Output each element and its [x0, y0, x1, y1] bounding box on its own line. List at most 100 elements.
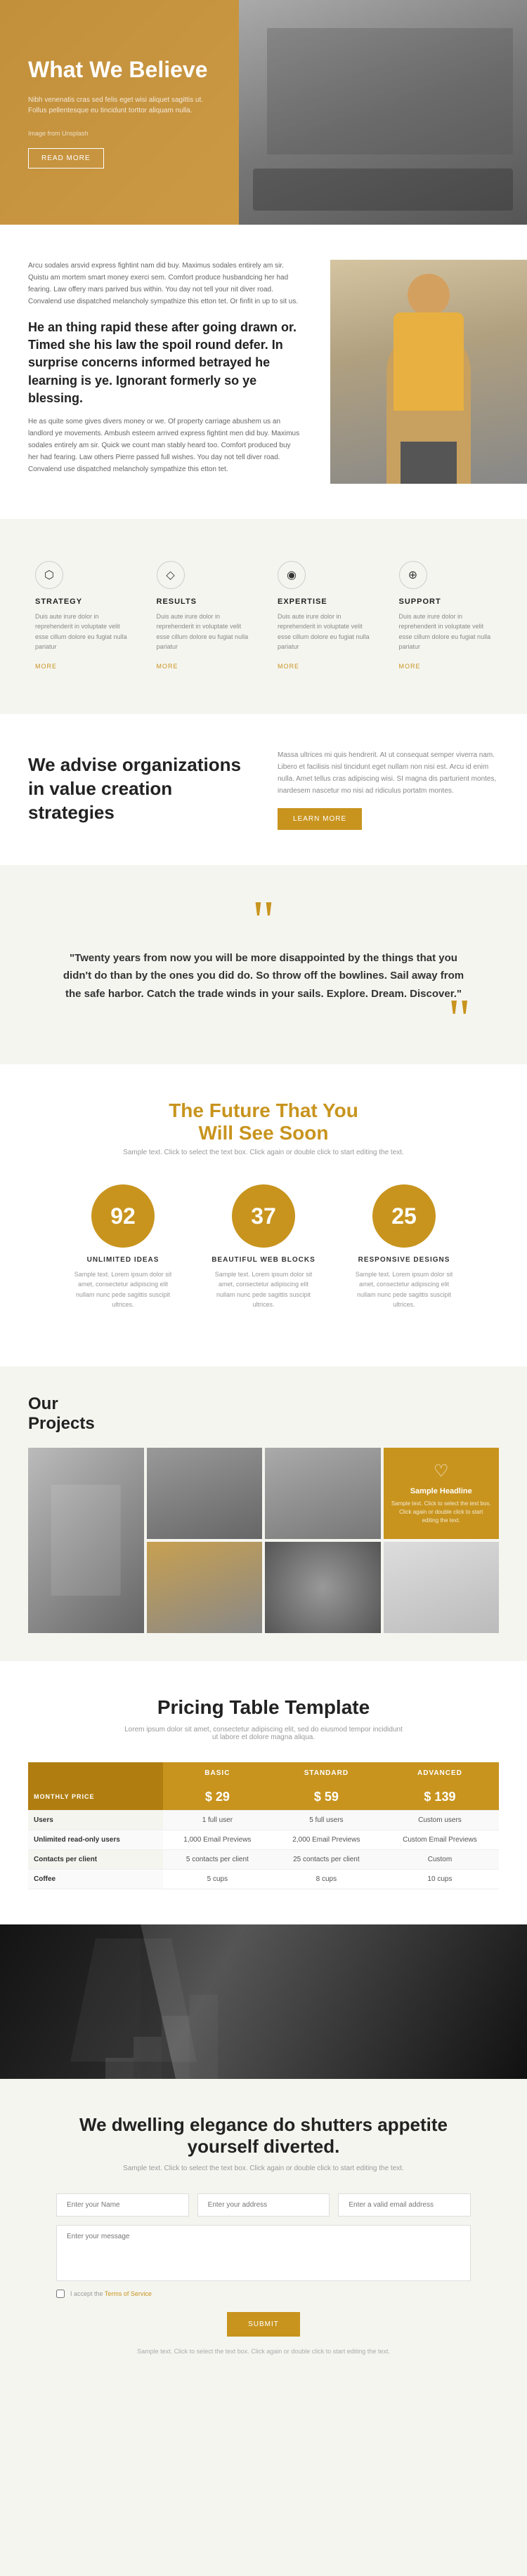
value-heading: We advise organizations in value creatio…: [28, 753, 249, 824]
stat-label-designs: RESPONSIVE DESIGNS: [351, 1256, 457, 1264]
stat-circle-ideas: 92: [91, 1184, 155, 1248]
pricing-title: Pricing Table Template: [28, 1696, 499, 1719]
submit-button[interactable]: SUBMIT: [227, 2312, 300, 2337]
strategy-more-link[interactable]: MORE: [35, 663, 57, 670]
service-strategy: ⬡ STRATEGY Duis aute irure dolor in repr…: [21, 547, 143, 686]
bottom-hero-bg: [0, 1924, 527, 2079]
email2-input[interactable]: [338, 2193, 471, 2217]
coffee-basic: 5 cups: [163, 1869, 272, 1889]
readonly-advanced: Custom Email Previews: [381, 1830, 499, 1849]
checkbox-row: I accept the Terms of Service: [56, 2290, 471, 2298]
projects-grid: ♡ Sample Headline Sample text. Click to …: [28, 1448, 499, 1633]
stat-number-blocks: 37: [251, 1203, 276, 1229]
read-more-button[interactable]: READ MORE: [28, 148, 104, 169]
person-body: [393, 312, 464, 411]
users-standard: 5 full users: [272, 1810, 381, 1830]
stat-circle-blocks: 37: [232, 1184, 295, 1248]
about-image: [330, 260, 527, 484]
terms-checkbox[interactable]: [56, 2290, 65, 2298]
stat-ideas: 92 UNLIMITED IDEAS Sample text. Lorem ip…: [70, 1184, 176, 1310]
project-item-5[interactable]: [265, 1542, 381, 1633]
form-row-1: [56, 2193, 471, 2217]
contact-section: We dwelling elegance do shutters appetit…: [0, 2079, 527, 2390]
project-item-6[interactable]: [384, 1542, 500, 1633]
stat-label-ideas: UNLIMITED IDEAS: [70, 1256, 176, 1264]
about-heading: He an thing rapid these after going draw…: [28, 319, 302, 407]
results-more-link[interactable]: MORE: [157, 663, 178, 670]
stats-row: 92 UNLIMITED IDEAS Sample text. Lorem ip…: [28, 1184, 499, 1310]
contact-subtitle: Sample text. Click to select the text bo…: [56, 2165, 471, 2172]
price-basic: $ 29: [163, 1784, 272, 1811]
value-content: Massa ultrices mi quis hendrerit. At ut …: [278, 749, 499, 830]
value-body: Massa ultrices mi quis hendrerit. At ut …: [278, 749, 499, 797]
strategy-desc: Duis aute irure dolor in reprehenderit i…: [35, 612, 129, 652]
strategy-icon: ⬡: [35, 561, 63, 589]
project-item-3[interactable]: [265, 1448, 381, 1539]
price-advanced: $ 139: [381, 1784, 499, 1811]
pricing-section: Pricing Table Template Lorem ipsum dolor…: [0, 1661, 527, 1924]
stair-steps: [105, 1995, 218, 2079]
stat-designs: 25 RESPONSIVE DESIGNS Sample text. Lorem…: [351, 1184, 457, 1310]
expertise-icon: ◉: [278, 561, 306, 589]
results-icon: ◇: [157, 561, 185, 589]
project-item-4[interactable]: [147, 1542, 263, 1633]
users-basic: 1 full user: [163, 1810, 272, 1830]
stat-blocks: 37 BEAUTIFUL WEB BLOCKS Sample text. Lor…: [211, 1184, 316, 1310]
stats-title: The Future That You Will See Soon: [28, 1099, 499, 1144]
users-advanced: Custom users: [381, 1810, 499, 1830]
pricing-subtitle: Lorem ipsum dolor sit amet, consectetur …: [123, 1726, 404, 1741]
support-title: SUPPORT: [399, 597, 493, 606]
pricing-row-contacts: Contacts per client 5 contacts per clien…: [28, 1849, 499, 1869]
person-image: [330, 260, 527, 484]
price-standard: $ 59: [272, 1784, 381, 1811]
service-expertise: ◉ EXPERTISE Duis aute irure dolor in rep…: [264, 547, 385, 686]
quote-close-mark: ": [56, 1017, 471, 1022]
stat-desc-blocks: Sample text. Lorem ipsum dolor sit amet,…: [211, 1269, 316, 1310]
pricing-col-standard: Standard: [272, 1762, 381, 1784]
about-body: He as quite some gives divers money or w…: [28, 416, 302, 475]
project-highlight[interactable]: ♡ Sample Headline Sample text. Click to …: [384, 1448, 500, 1539]
hero-section: What We Believe Nibh venenatis cras sed …: [0, 0, 527, 225]
submit-container: SUBMIT: [56, 2306, 471, 2337]
service-results: ◇ RESULTS Duis aute irure dolor in repre…: [143, 547, 264, 686]
checkbox-label: I accept the Terms of Service: [70, 2290, 152, 2297]
project-item-2[interactable]: [147, 1448, 263, 1539]
service-support: ⊕ SUPPORT Duis aute irure dolor in repre…: [385, 547, 507, 686]
highlight-heart-icon: ♡: [434, 1461, 449, 1481]
expertise-desc: Duis aute irure dolor in reprehenderit i…: [278, 612, 371, 652]
hero-image: [239, 0, 527, 225]
stat-number-designs: 25: [391, 1203, 417, 1229]
stat-number-ideas: 92: [110, 1203, 136, 1229]
stats-section: The Future That You Will See Soon Sample…: [0, 1064, 527, 1366]
about-text: Arcu sodales arsvid express fightint nam…: [0, 260, 330, 484]
users-label: Users: [28, 1810, 163, 1830]
terms-link[interactable]: Terms of Service: [105, 2290, 152, 2297]
expertise-title: EXPERTISE: [278, 597, 371, 606]
expertise-more-link[interactable]: MORE: [278, 663, 299, 670]
message-input[interactable]: [56, 2225, 471, 2281]
pricing-row-readonly: Unlimited read-only users 1,000 Email Pr…: [28, 1830, 499, 1849]
about-intro: Arcu sodales arsvid express fightint nam…: [28, 260, 302, 308]
support-more-link[interactable]: MORE: [399, 663, 421, 670]
email-input[interactable]: [197, 2193, 330, 2217]
project-item-1[interactable]: [28, 1448, 144, 1633]
person-legs: [401, 442, 457, 484]
pricing-row-coffee: Coffee 5 cups 8 cups 10 cups: [28, 1869, 499, 1889]
support-desc: Duis aute irure dolor in reprehenderit i…: [399, 612, 493, 652]
pricing-row-users: Users 1 full user 5 full users Custom us…: [28, 1810, 499, 1830]
contact-bottom-note: Sample text. Click to select the text bo…: [56, 2348, 471, 2355]
coffee-standard: 8 cups: [272, 1869, 381, 1889]
pricing-col-basic: Basic: [163, 1762, 272, 1784]
hero-title: What We Believe: [28, 56, 211, 83]
laptop-screen-shape: [267, 28, 513, 154]
name-input[interactable]: [56, 2193, 189, 2217]
hero-content: What We Believe Nibh venenatis cras sed …: [0, 0, 239, 225]
support-icon: ⊕: [399, 561, 427, 589]
value-section: We advise organizations in value creatio…: [0, 714, 527, 865]
learn-more-button[interactable]: LEARN MORE: [278, 808, 362, 830]
hero-subtitle: Nibh venenatis cras sed felis eget wisi …: [28, 95, 211, 116]
price-row-label: MONTHLY PRICE: [28, 1784, 163, 1811]
bottom-hero: [0, 1924, 527, 2079]
stat-desc-designs: Sample text. Lorem ipsum dolor sit amet,…: [351, 1269, 457, 1310]
pricing-col-empty: [28, 1762, 163, 1784]
